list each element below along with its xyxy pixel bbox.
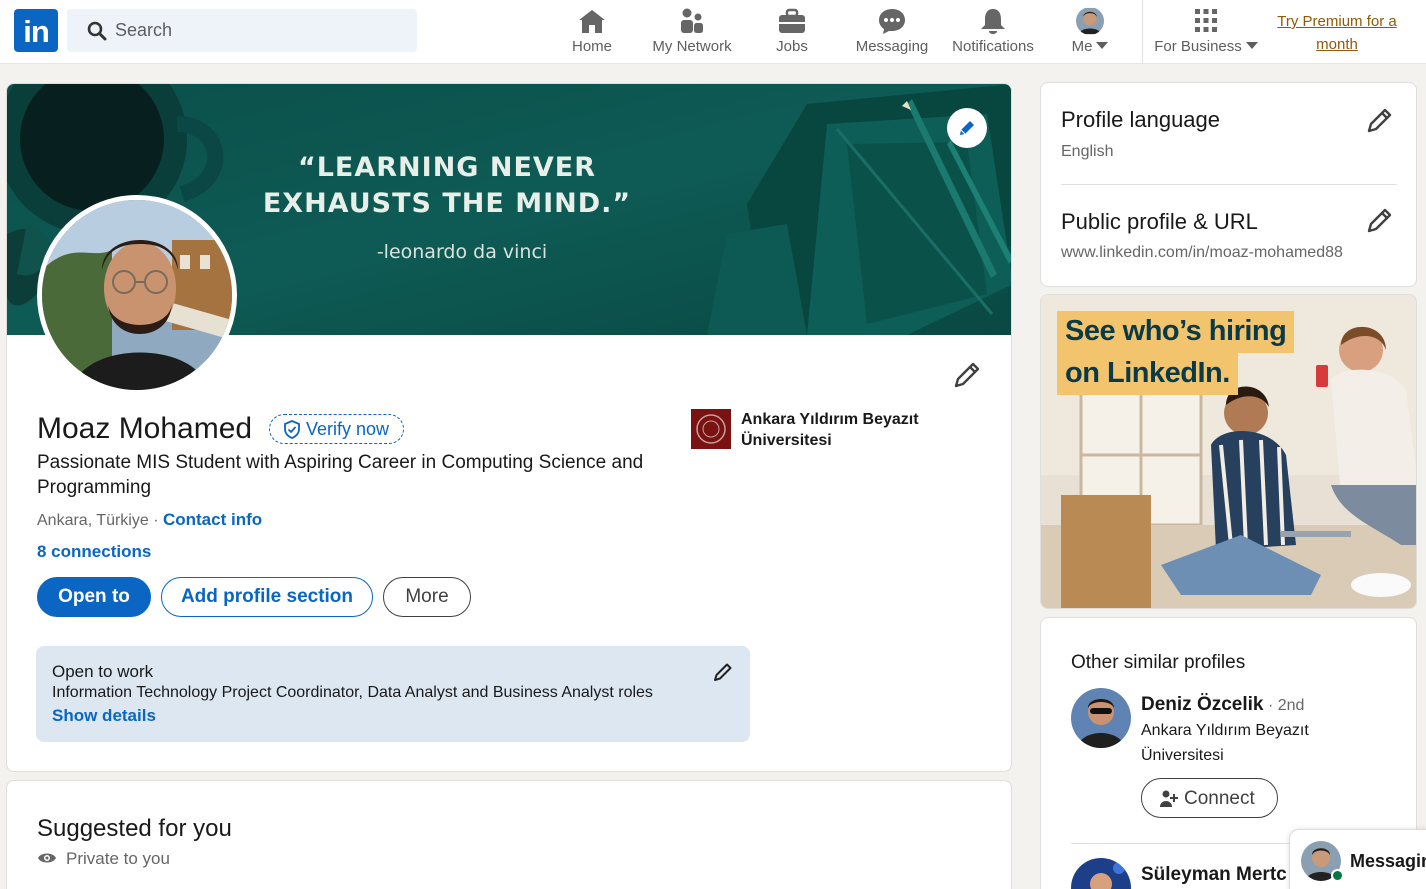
edit-public-profile-button[interactable] xyxy=(1365,205,1395,235)
pencil-icon xyxy=(1367,108,1392,133)
public-profile-title: Public profile & URL xyxy=(1061,209,1258,234)
bell-icon xyxy=(981,9,1005,34)
search-input[interactable] xyxy=(115,9,405,52)
connections-link[interactable]: 8 connections xyxy=(37,542,151,562)
more-button[interactable]: More xyxy=(383,577,471,617)
nav-messaging[interactable]: Messaging xyxy=(852,0,932,64)
network-icon xyxy=(681,8,703,33)
messaging-dock-label: Messaging xyxy=(1350,851,1426,871)
similar-profile-name[interactable]: Deniz Özcelik · 2nd xyxy=(1141,694,1304,716)
eye-icon xyxy=(38,853,56,863)
banner-quote: “LEARNING NEVER EXHAUSTS THE MIND.” xyxy=(262,152,632,219)
profile-settings-card: Profile language English Public profile … xyxy=(1040,82,1417,287)
profile-location-row: Ankara, Türkiye · Contact info xyxy=(37,510,262,530)
pencil-icon xyxy=(954,362,980,388)
ad-card[interactable]: See who’s hiring on LinkedIn. xyxy=(1040,294,1417,609)
profile-photo-image xyxy=(42,200,232,390)
banner-quote-author: -leonardo da vinci xyxy=(376,241,548,263)
show-details-link[interactable]: Show details xyxy=(52,706,156,726)
chat-icon xyxy=(879,9,905,34)
open-to-button[interactable]: Open to xyxy=(37,577,151,617)
open-to-work-title: Open to work xyxy=(52,662,154,681)
nav-divider xyxy=(1142,0,1143,64)
nav-jobs[interactable]: Jobs xyxy=(762,0,822,64)
open-to-work-roles: Information Technology Project Coordinat… xyxy=(52,684,653,701)
location-separator: · xyxy=(148,512,163,529)
edit-open-to-work-button[interactable] xyxy=(712,661,734,683)
edit-banner-button[interactable] xyxy=(947,108,987,148)
top-nav: in Home My Network Jobs Messaging Notifi… xyxy=(0,0,1426,64)
school-logo xyxy=(691,409,731,449)
contact-info-link[interactable]: Contact info xyxy=(163,510,262,529)
connect-button[interactable]: Connect xyxy=(1141,778,1278,818)
profile-language-title: Profile language xyxy=(1061,107,1221,132)
nav-jobs-label: Jobs xyxy=(776,38,808,55)
ad-headline-line2: on LinkedIn. xyxy=(1057,353,1238,395)
nav-home-label: Home xyxy=(571,38,612,55)
public-profile-url: www.linkedin.com/in/moaz-mohamed88 xyxy=(1061,244,1343,261)
nav-my-network-label: My Network xyxy=(652,38,732,55)
suggested-title: Suggested for you xyxy=(37,815,232,842)
nav-notifications-label: Notifications xyxy=(952,38,1034,55)
pencil-icon xyxy=(714,663,732,681)
pencil-icon xyxy=(1367,208,1392,233)
search-icon xyxy=(87,21,107,41)
private-to-you-label: Private to you xyxy=(66,849,170,868)
edit-profile-language-button[interactable] xyxy=(1365,105,1395,135)
nav-me[interactable]: Me xyxy=(1062,0,1118,64)
add-person-icon xyxy=(1160,790,1178,807)
profile-photo[interactable] xyxy=(37,195,237,395)
nav-messaging-label: Messaging xyxy=(855,38,929,55)
connect-label: Connect xyxy=(1184,788,1255,809)
profile-card: “LEARNING NEVER EXHAUSTS THE MIND.” -leo… xyxy=(6,83,1012,772)
private-to-you-row: Private to you xyxy=(37,849,170,869)
caret-down-icon xyxy=(1096,42,1109,49)
similar-profile-name[interactable]: Süleyman Mertc xyxy=(1141,864,1287,886)
edit-intro-button[interactable] xyxy=(951,359,983,391)
try-premium-link[interactable]: Try Premium for a month xyxy=(1268,10,1406,56)
profile-location: Ankara, Türkiye xyxy=(37,512,149,529)
add-profile-section-button[interactable]: Add profile section xyxy=(161,577,373,617)
pencil-icon xyxy=(960,121,974,135)
nav-me-label: Me xyxy=(1062,38,1118,55)
messaging-dock[interactable]: Messaging xyxy=(1289,829,1426,889)
divider xyxy=(1061,184,1397,185)
similar-profile-avatar[interactable] xyxy=(1071,688,1131,748)
connection-degree: · 2nd xyxy=(1263,697,1305,714)
nav-for-business-label: For Business xyxy=(1150,38,1262,55)
similar-profiles-title: Other similar profiles xyxy=(1071,652,1246,673)
caret-down-icon xyxy=(1245,42,1258,49)
grid-icon xyxy=(1195,9,1217,32)
open-to-work-box: Open to work Information Technology Proj… xyxy=(36,646,750,742)
verify-now-button[interactable]: Verify now xyxy=(269,414,405,444)
similar-profile-avatar[interactable] xyxy=(1071,858,1131,889)
nav-notifications[interactable]: Notifications xyxy=(946,0,1040,64)
profile-name: Moaz Mohamed xyxy=(37,412,253,445)
nav-for-business[interactable]: For Business xyxy=(1150,0,1262,64)
education-link[interactable]: Ankara Yıldırım Beyazıt Üniversitesi xyxy=(691,409,981,453)
profile-headline: Passionate MIS Student with Aspiring Car… xyxy=(37,452,644,498)
briefcase-icon xyxy=(779,8,805,33)
search-box[interactable] xyxy=(67,9,417,52)
profile-language-value: English xyxy=(1061,143,1114,160)
nav-my-network[interactable]: My Network xyxy=(645,0,739,64)
school-name: Ankara Yıldırım Beyazıt Üniversitesi xyxy=(741,411,919,449)
shield-check-icon xyxy=(284,420,300,439)
online-status-indicator xyxy=(1331,869,1344,882)
suggested-card: Suggested for you Private to you xyxy=(6,780,1012,889)
home-icon xyxy=(579,10,605,33)
nav-home[interactable]: Home xyxy=(562,0,622,64)
similar-profile-subtitle: Ankara Yıldırım Beyazıt Üniversitesi xyxy=(1141,722,1309,764)
linkedin-logo[interactable]: in xyxy=(14,9,58,52)
ad-headline-line1: See who’s hiring xyxy=(1057,311,1295,353)
verify-now-label: Verify now xyxy=(306,419,390,439)
avatar xyxy=(1076,7,1104,35)
